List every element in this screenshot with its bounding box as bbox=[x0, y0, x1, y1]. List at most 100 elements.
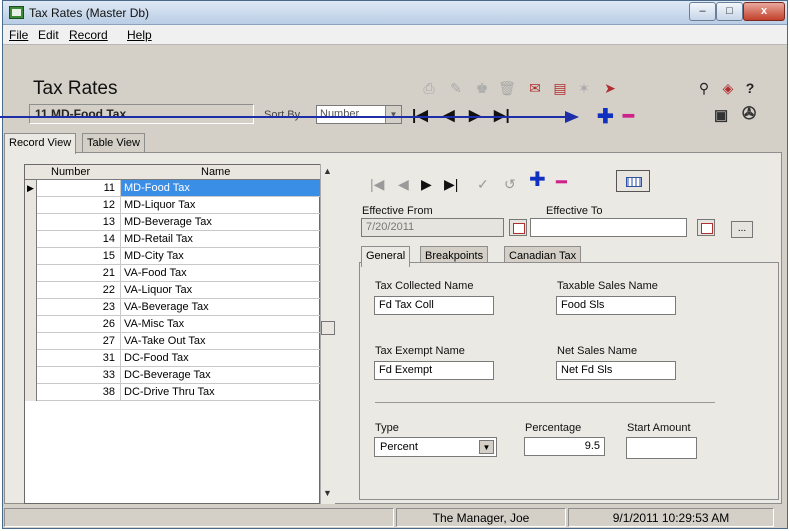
undo-icon[interactable]: ↺ bbox=[504, 176, 516, 192]
tab-table-view[interactable]: Table View bbox=[82, 133, 145, 153]
row-number[interactable]: 33 bbox=[38, 369, 119, 381]
row-name[interactable]: VA-Food Tax bbox=[120, 265, 321, 281]
row-number[interactable]: 38 bbox=[38, 386, 119, 398]
table-row[interactable]: 21 VA-Food Tax bbox=[25, 265, 321, 282]
row-number[interactable]: 15 bbox=[38, 250, 119, 262]
row-name[interactable]: DC-Drive Thru Tax bbox=[120, 384, 321, 400]
prev-record-icon[interactable]: ◀ bbox=[443, 106, 455, 124]
window-icon[interactable]: ▣ bbox=[714, 106, 728, 124]
prev-record-icon-small[interactable]: ◀ bbox=[398, 176, 409, 192]
table-row[interactable]: 12 MD-Liquor Tax bbox=[25, 197, 321, 214]
row-indicator[interactable] bbox=[25, 282, 37, 299]
row-name[interactable]: MD-Beverage Tax bbox=[120, 214, 321, 230]
row-indicator[interactable] bbox=[25, 214, 37, 231]
table-row[interactable]: 14 MD-Retail Tax bbox=[25, 231, 321, 248]
row-name[interactable]: MD-Retail Tax bbox=[120, 231, 321, 247]
row-name[interactable]: DC-Food Tax bbox=[120, 350, 321, 366]
binoculars-icon[interactable]: ⚲ bbox=[695, 80, 713, 96]
eraser-icon[interactable]: ◈ bbox=[719, 80, 737, 96]
book-icon[interactable]: ▤ bbox=[551, 80, 569, 96]
last-record-icon[interactable]: ▶| bbox=[494, 106, 510, 124]
tab-record-view[interactable]: Record View bbox=[4, 133, 77, 154]
sort-by-select[interactable]: Number ▼ bbox=[316, 105, 402, 124]
table-row[interactable]: 23 VA-Beverage Tax bbox=[25, 299, 321, 316]
percentage-field[interactable]: 9.5 bbox=[524, 437, 605, 456]
trash-icon[interactable]: 🗑 bbox=[498, 80, 516, 96]
tax-rate-grid[interactable]: Number Name ▶ 11 MD-Food Tax 12 MD-Liquor Ta… bbox=[24, 164, 321, 504]
row-number[interactable]: 26 bbox=[38, 318, 119, 330]
delete-record-icon[interactable]: ━ bbox=[556, 173, 567, 191]
table-row[interactable]: ▶ 11 MD-Food Tax bbox=[25, 180, 321, 197]
delete-icon[interactable]: ━ bbox=[623, 106, 634, 127]
user-icon[interactable]: ♚ bbox=[473, 80, 491, 96]
row-name[interactable]: MD-City Tax bbox=[120, 248, 321, 264]
tax-collected-field[interactable]: Fd Tax Coll bbox=[374, 296, 494, 315]
row-number[interactable]: 21 bbox=[38, 267, 119, 279]
row-indicator[interactable] bbox=[25, 231, 37, 248]
net-sales-field[interactable]: Net Fd Sls bbox=[556, 361, 676, 380]
tab-general[interactable]: General bbox=[361, 246, 411, 267]
column-number[interactable]: Number bbox=[51, 166, 90, 178]
table-row[interactable]: 15 MD-City Tax bbox=[25, 248, 321, 265]
preview-icon[interactable]: ⎙ bbox=[420, 80, 438, 96]
row-indicator[interactable]: ▶ bbox=[25, 180, 37, 197]
row-indicator[interactable] bbox=[25, 350, 37, 367]
first-record-icon[interactable]: |◀ bbox=[412, 106, 428, 124]
row-number[interactable]: 14 bbox=[38, 233, 119, 245]
next-record-icon-small[interactable]: ▶ bbox=[421, 176, 432, 192]
column-name[interactable]: Name bbox=[201, 166, 230, 178]
refresh-icon[interactable]: ✇ bbox=[742, 104, 756, 124]
row-number[interactable]: 31 bbox=[38, 352, 119, 364]
tax-exempt-field[interactable]: Fd Exempt bbox=[374, 361, 494, 380]
next-record-icon[interactable]: ▶ bbox=[469, 106, 481, 124]
scroll-up-icon[interactable]: ▲ bbox=[323, 166, 332, 176]
row-name[interactable]: MD-Food Tax bbox=[120, 180, 321, 196]
magic-icon[interactable]: ✶ bbox=[575, 80, 593, 96]
report-icon[interactable]: ✉ bbox=[526, 80, 544, 96]
effective-to-field[interactable] bbox=[530, 218, 687, 237]
row-indicator[interactable] bbox=[25, 316, 37, 333]
row-name[interactable]: DC-Beverage Tax bbox=[120, 367, 321, 383]
row-name[interactable]: MD-Liquor Tax bbox=[120, 197, 321, 213]
effective-from-field[interactable]: 7/20/2011 bbox=[361, 218, 504, 237]
effective-from-date-icon[interactable] bbox=[509, 219, 527, 236]
table-row[interactable]: 27 VA-Take Out Tax bbox=[25, 333, 321, 350]
table-row[interactable]: 13 MD-Beverage Tax bbox=[25, 214, 321, 231]
row-indicator[interactable] bbox=[25, 299, 37, 316]
calendar-view-button[interactable] bbox=[616, 170, 650, 192]
type-select[interactable]: Percent ▼ bbox=[374, 437, 497, 457]
add-icon[interactable]: ✚ bbox=[597, 104, 614, 129]
row-name[interactable]: VA-Beverage Tax bbox=[120, 299, 321, 315]
row-number[interactable]: 22 bbox=[38, 284, 119, 296]
row-number[interactable]: 12 bbox=[38, 199, 119, 211]
row-name[interactable]: VA-Liquor Tax bbox=[120, 282, 321, 298]
row-number[interactable]: 11 bbox=[38, 182, 119, 194]
table-row[interactable]: 31 DC-Food Tax bbox=[25, 350, 321, 367]
edit-check-icon[interactable]: ✓ bbox=[477, 176, 489, 192]
wand-icon[interactable]: ➤ bbox=[601, 80, 619, 96]
row-name[interactable]: VA-Take Out Tax bbox=[120, 333, 321, 349]
row-name[interactable]: VA-Misc Tax bbox=[120, 316, 321, 332]
help-icon[interactable]: ? bbox=[741, 80, 759, 96]
find-icon[interactable]: ✎ bbox=[447, 80, 465, 96]
taxable-sales-field[interactable]: Food Sls bbox=[556, 296, 676, 315]
effective-to-date-icon[interactable] bbox=[697, 219, 715, 236]
row-indicator[interactable] bbox=[25, 248, 37, 265]
more-button[interactable]: ... bbox=[731, 221, 753, 238]
first-record-icon-small[interactable]: |◀ bbox=[370, 176, 384, 192]
table-row[interactable]: 33 DC-Beverage Tax bbox=[25, 367, 321, 384]
grid-scrollbar[interactable]: ▲ ▼ bbox=[320, 164, 335, 504]
row-indicator[interactable] bbox=[25, 265, 37, 282]
add-record-icon[interactable]: ✚ bbox=[529, 170, 546, 190]
row-indicator[interactable] bbox=[25, 384, 37, 401]
scroll-down-icon[interactable]: ▼ bbox=[323, 488, 332, 498]
row-indicator[interactable] bbox=[25, 197, 37, 214]
row-number[interactable]: 23 bbox=[38, 301, 119, 313]
last-record-icon-small[interactable]: ▶| bbox=[444, 176, 458, 192]
table-row[interactable]: 26 VA-Misc Tax bbox=[25, 316, 321, 333]
scroll-thumb[interactable] bbox=[321, 321, 335, 335]
table-row[interactable]: 38 DC-Drive Thru Tax bbox=[25, 384, 321, 401]
table-row[interactable]: 22 VA-Liquor Tax bbox=[25, 282, 321, 299]
row-number[interactable]: 27 bbox=[38, 335, 119, 347]
row-indicator[interactable] bbox=[25, 333, 37, 350]
